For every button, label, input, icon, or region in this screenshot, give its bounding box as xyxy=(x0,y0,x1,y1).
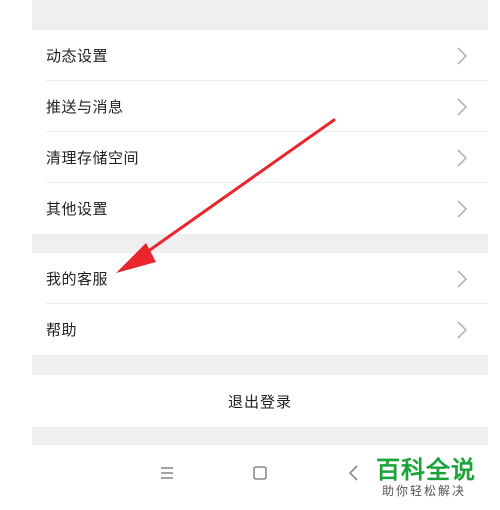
right-background-edge xyxy=(488,0,500,510)
watermark-subtitle: 助你轻松解决 xyxy=(382,484,467,498)
chevron-right-icon xyxy=(457,321,468,339)
screen: 动态设置 推送与消息 清理存储空间 其他设置 我的客服 帮助 退出登录 百科全说… xyxy=(0,0,500,510)
settings-page: 动态设置 推送与消息 清理存储空间 其他设置 我的客服 帮助 退出登录 xyxy=(32,0,488,500)
settings-item-clear-storage[interactable]: 清理存储空间 xyxy=(32,132,488,183)
chevron-right-icon xyxy=(457,270,468,288)
settings-item-label: 清理存储空间 xyxy=(46,149,140,167)
settings-item-customer-service[interactable]: 我的客服 xyxy=(32,253,488,304)
left-background-edge xyxy=(0,0,32,510)
chevron-right-icon xyxy=(457,200,468,218)
logout-button[interactable]: 退出登录 xyxy=(32,375,488,427)
settings-item-label: 动态设置 xyxy=(46,47,109,65)
settings-group-general: 动态设置 推送与消息 清理存储空间 其他设置 xyxy=(32,30,488,234)
settings-item-label: 帮助 xyxy=(46,321,78,339)
back-chevron-icon[interactable] xyxy=(344,463,364,483)
chevron-right-icon xyxy=(457,47,468,65)
settings-item-other[interactable]: 其他设置 xyxy=(32,183,488,234)
watermark-title: 百科全说 xyxy=(376,456,476,484)
settings-item-push-messages[interactable]: 推送与消息 xyxy=(32,81,488,132)
chevron-right-icon xyxy=(457,149,468,167)
settings-group-support: 我的客服 帮助 xyxy=(32,253,488,355)
chevron-right-icon xyxy=(457,98,468,116)
section-gap xyxy=(32,0,488,30)
menu-icon[interactable] xyxy=(157,463,177,483)
square-home-icon[interactable] xyxy=(250,463,270,483)
settings-item-label: 我的客服 xyxy=(46,270,109,288)
watermark-logo: 百科全说 助你轻松解决 xyxy=(370,448,490,504)
settings-item-dynamic[interactable]: 动态设置 xyxy=(32,30,488,81)
settings-item-label: 其他设置 xyxy=(46,200,109,218)
settings-item-label: 推送与消息 xyxy=(46,98,124,116)
settings-item-help[interactable]: 帮助 xyxy=(32,304,488,355)
